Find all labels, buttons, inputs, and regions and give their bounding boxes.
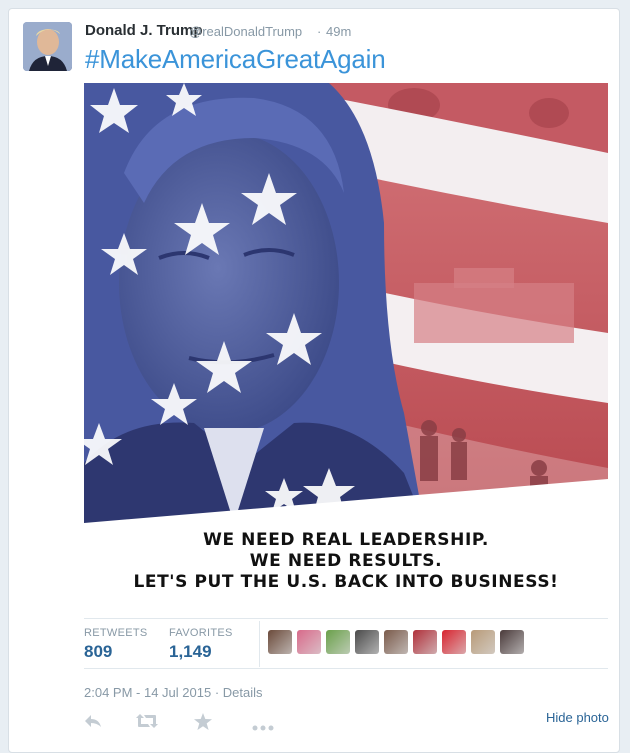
slogan-line-3: LET'S PUT THE U.S. BACK INTO BUSINESS! <box>133 572 559 592</box>
retweet-icon[interactable] <box>136 713 158 734</box>
details-link[interactable]: Details <box>223 685 263 700</box>
stats-separator <box>259 621 260 667</box>
meta-separator: · <box>317 24 322 39</box>
author-name[interactable]: Donald J. Trump <box>85 22 203 39</box>
favoriter-avatar[interactable] <box>268 630 292 654</box>
favoriter-avatar[interactable] <box>500 630 524 654</box>
favoriter-avatar[interactable] <box>297 630 321 654</box>
more-icon[interactable] <box>252 718 274 736</box>
retweets-count[interactable]: 809 <box>84 642 112 662</box>
tweet-time[interactable]: 49m <box>326 24 351 39</box>
stats-bottom-divider <box>84 668 608 669</box>
author-avatar[interactable] <box>23 22 72 71</box>
favoriter-avatar[interactable] <box>442 630 466 654</box>
favoriter-avatar[interactable] <box>413 630 437 654</box>
tweet-hashtag[interactable]: #MakeAmericaGreatAgain <box>85 44 386 75</box>
author-handle[interactable]: @realDonaldTrump <box>189 24 302 39</box>
favoriter-avatar[interactable] <box>471 630 495 654</box>
hide-photo-link[interactable]: Hide photo <box>546 710 609 725</box>
tweet-timestamp-row: 2:04 PM - 14 Jul 2015 · Details <box>84 685 263 700</box>
details-separator: · <box>211 685 223 700</box>
favorites-label[interactable]: FAVORITES <box>169 627 233 639</box>
favorited-by-avatars <box>268 630 529 654</box>
favoriter-avatar[interactable] <box>384 630 408 654</box>
slogan-line-2: WE NEED RESULTS. <box>249 551 443 571</box>
photo-slogan: WE NEED REAL LEADERSHIP. WE NEED RESULTS… <box>84 530 608 593</box>
tweet-timestamp[interactable]: 2:04 PM - 14 Jul 2015 <box>84 685 211 700</box>
favoriter-avatar[interactable] <box>355 630 379 654</box>
reply-icon[interactable] <box>84 713 102 734</box>
favorite-icon[interactable] <box>194 713 212 735</box>
retweets-label[interactable]: RETWEETS <box>84 627 148 639</box>
tweet-photo[interactable]: WE NEED REAL LEADERSHIP. WE NEED RESULTS… <box>84 83 608 606</box>
stats-top-divider <box>84 618 608 619</box>
favoriter-avatar[interactable] <box>326 630 350 654</box>
slogan-line-1: WE NEED REAL LEADERSHIP. <box>203 530 489 550</box>
campaign-image <box>84 83 608 523</box>
favorites-count[interactable]: 1,149 <box>169 642 212 662</box>
tweet-card: Donald J. Trump @realDonaldTrump · 49m #… <box>8 8 620 753</box>
